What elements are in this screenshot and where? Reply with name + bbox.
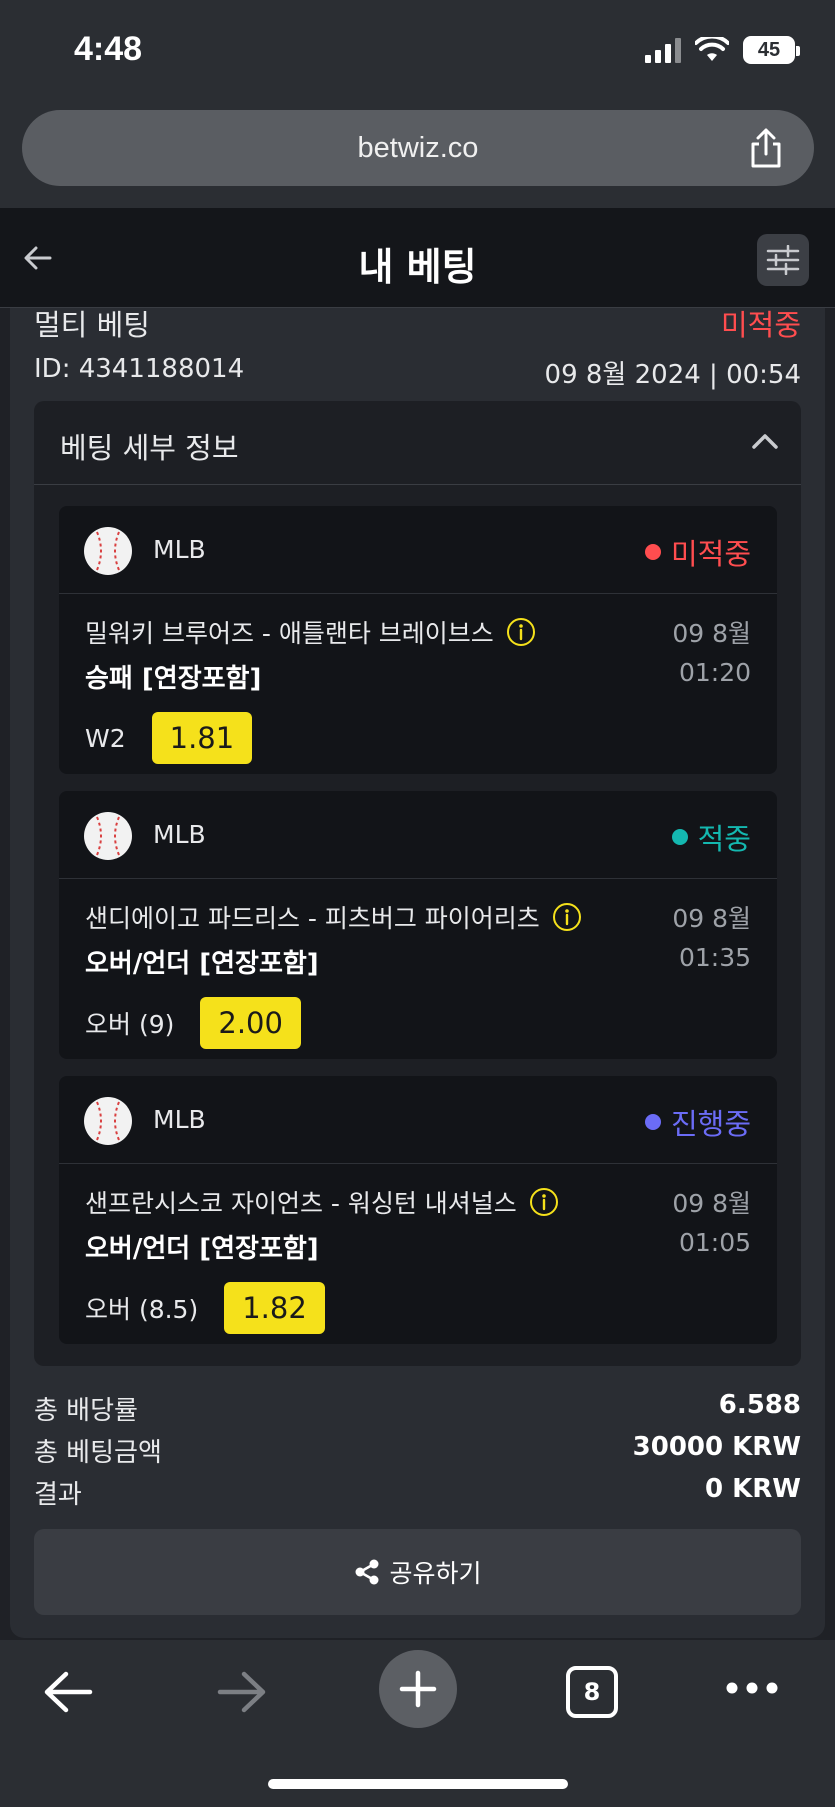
league-name: MLB (153, 820, 206, 849)
bet-event-2: MLB 적중 샌디에이고 파드리스 - 피츠버그 파이어리츠 오버/언더 [연장… (59, 791, 777, 1059)
teams-label: 샌디에이고 파드리스 - 피츠버그 파이어리츠 (85, 904, 540, 933)
event-date: 09 8월 (672, 619, 751, 648)
odds-badge: 2.00 (200, 997, 301, 1049)
bet-card: 멀티 베팅 미적중 ID: 4341188014 09 8월 2024 | 00… (10, 308, 825, 1638)
status-dot (644, 544, 661, 560)
league-name: MLB (153, 535, 206, 564)
result-value: 0 KRW (705, 1474, 801, 1504)
share-button[interactable]: 공유하기 (34, 1529, 801, 1615)
plus-icon (399, 1670, 437, 1708)
bet-datetime: 09 8월 2024 | 00:54 (544, 360, 801, 390)
selection-label: 오버 (8.5) (85, 1295, 199, 1324)
event-header: MLB 미적중 (59, 506, 777, 594)
baseball-icon (84, 812, 132, 860)
status-bar: 4:48 45 (0, 0, 835, 100)
event-market: 승패 [연장포함] (85, 664, 262, 694)
browser-bottom-bar: 8 (0, 1640, 835, 1807)
teams-label: 샌프란시스코 자이언츠 - 워싱턴 내셔널스 (85, 1189, 517, 1218)
baseball-icon (84, 527, 132, 575)
status-icons: 45 (645, 36, 800, 64)
bet-details-header[interactable]: 베팅 세부 정보 (34, 401, 801, 485)
bet-details-panel: 베팅 세부 정보 MLB 미적중 밀워키 브루어즈 - 애틀랜타 브레이브스 승… (34, 401, 801, 1366)
result-label: 결과 (34, 1480, 82, 1510)
event-selection: 오버 (8.5) 1.82 (85, 1282, 325, 1334)
filter-button[interactable] (757, 234, 809, 286)
event-market: 오버/언더 [연장포함] (85, 949, 319, 979)
home-indicator (268, 1779, 568, 1789)
event-selection: W2 1.81 (85, 712, 253, 764)
bet-event-3: MLB 진행중 샌프란시스코 자이언츠 - 워싱턴 내셔널스 오버/언더 [연장… (59, 1076, 777, 1344)
event-time: 01:05 (678, 1228, 751, 1257)
event-status-label: 진행중 (670, 1107, 751, 1141)
info-icon[interactable] (506, 617, 536, 647)
share-label: 공유하기 (389, 1559, 482, 1588)
total-stake-value: 30000 KRW (632, 1432, 801, 1462)
event-header: MLB 적중 (59, 791, 777, 879)
bet-event-1: MLB 미적중 밀워키 브루어즈 - 애틀랜타 브레이브스 승패 [연장포함] … (59, 506, 777, 774)
url-text: betwiz.co (357, 131, 479, 164)
league-name: MLB (153, 1105, 206, 1134)
event-date: 09 8월 (672, 904, 751, 933)
share-nodes-icon (355, 1559, 379, 1585)
event-status: 진행중 (644, 1101, 751, 1143)
event-header: MLB 진행중 (59, 1076, 777, 1164)
filter-icon (766, 245, 800, 275)
bet-details-title: 베팅 세부 정보 (60, 431, 239, 465)
event-status: 적중 (671, 816, 751, 858)
total-stake-label: 총 베팅금액 (34, 1438, 162, 1468)
browser-forward-icon[interactable] (216, 1670, 268, 1714)
selection-label: 오버 (9) (85, 1010, 175, 1039)
selection-label: W2 (85, 723, 126, 753)
event-date: 09 8월 (672, 1189, 751, 1218)
event-market: 오버/언더 [연장포함] (85, 1234, 319, 1264)
event-status: 미적중 (644, 531, 751, 573)
bet-type: 멀티 베팅 (34, 308, 150, 342)
event-selection: 오버 (9) 2.00 (85, 997, 301, 1049)
app-header: 내 베팅 (0, 208, 835, 308)
total-odds-label: 총 배당률 (34, 1396, 138, 1426)
bet-status: 미적중 (720, 308, 801, 342)
total-odds-value: 6.588 (718, 1390, 801, 1420)
event-teams: 밀워키 브루어즈 - 애틀랜타 브레이브스 (85, 614, 536, 650)
odds-badge: 1.81 (151, 712, 253, 764)
wifi-icon (695, 37, 729, 61)
share-icon[interactable] (746, 126, 786, 170)
info-icon[interactable] (552, 902, 582, 932)
browser-toolbar: betwiz.co (0, 100, 835, 208)
status-dot (644, 1114, 661, 1130)
url-bar[interactable]: betwiz.co (22, 110, 814, 186)
event-time: 01:35 (678, 943, 751, 972)
status-time: 4:48 (74, 30, 143, 68)
baseball-icon (84, 1097, 132, 1145)
battery-icon: 45 (743, 36, 800, 64)
event-status-label: 미적중 (670, 537, 751, 571)
new-tab-button[interactable] (379, 1650, 457, 1728)
more-icon[interactable] (726, 1682, 778, 1694)
page-title: 내 베팅 (358, 245, 477, 289)
event-teams: 샌디에이고 파드리스 - 피츠버그 파이어리츠 (85, 899, 582, 935)
chevron-up-icon[interactable] (751, 431, 779, 451)
cellular-signal-icon (645, 37, 681, 63)
info-icon[interactable] (529, 1187, 559, 1217)
bet-id: ID: 4341188014 (34, 354, 245, 384)
event-status-label: 적중 (697, 822, 751, 856)
tabs-button[interactable]: 8 (566, 1666, 618, 1718)
status-dot (671, 829, 688, 845)
teams-label: 밀워키 브루어즈 - 애틀랜타 브레이브스 (85, 619, 494, 648)
browser-back-icon[interactable] (42, 1670, 94, 1714)
event-time: 01:20 (678, 658, 751, 687)
event-teams: 샌프란시스코 자이언츠 - 워싱턴 내셔널스 (85, 1184, 559, 1220)
odds-badge: 1.82 (224, 1282, 325, 1334)
